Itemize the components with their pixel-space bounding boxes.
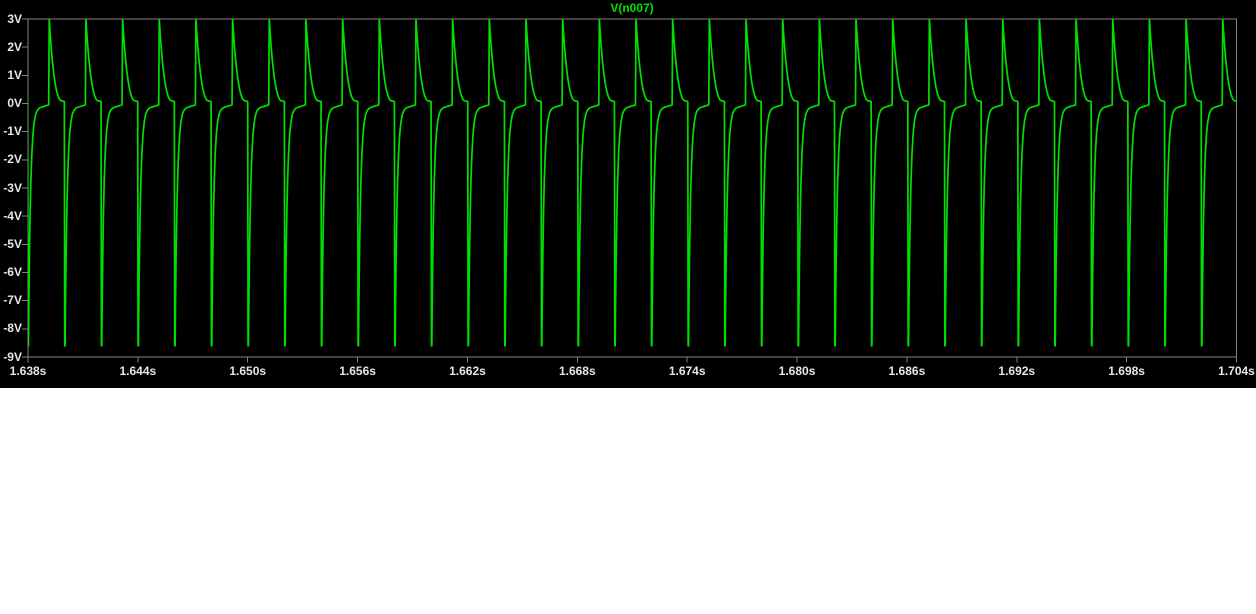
x-axis-label: 1.704s — [1218, 364, 1255, 378]
y-axis-label: -7V — [3, 293, 22, 308]
y-axis-label: -9V — [3, 349, 22, 364]
y-axis-label: 0V — [7, 96, 22, 110]
x-axis-label: 1.698s — [1108, 364, 1145, 378]
y-axis-label: -2V — [3, 152, 22, 167]
y-axis-label: -4V — [3, 208, 22, 223]
x-axis-label: 1.656s — [339, 364, 376, 378]
y-axis-label: 2V — [7, 39, 22, 54]
x-axis-label: 1.662s — [449, 364, 486, 378]
y-axis-label: 1V — [7, 67, 22, 82]
y-axis-label: -1V — [3, 124, 22, 139]
waveform-panel: V(n007) 3V 2V 1V 0V -1V -2V -3V -4V -5V -6V -7V -8V… — [0, 0, 1256, 388]
y-axis-label: 3V — [7, 11, 22, 26]
x-axis-label: 1.668s — [558, 364, 596, 378]
x-axis-label: 1.686s — [888, 364, 926, 378]
x-axis-label: 1.692s — [998, 364, 1036, 378]
window-background — [0, 388, 1256, 614]
y-axis-label: -6V — [3, 265, 22, 279]
y-axis-label: -3V — [3, 180, 22, 195]
x-axis-label: 1.638s — [9, 364, 47, 378]
y-axis-label: -5V — [3, 236, 22, 251]
x-axis-label: 1.650s — [229, 364, 267, 378]
y-axis-label: -8V — [3, 321, 22, 336]
waveform-trace[interactable] — [17, 19, 1247, 347]
x-axis-label: 1.644s — [119, 364, 157, 378]
waveform-chart[interactable] — [0, 0, 1256, 388]
x-axis-label: 1.674s — [668, 364, 706, 378]
x-axis-label: 1.680s — [778, 364, 816, 378]
